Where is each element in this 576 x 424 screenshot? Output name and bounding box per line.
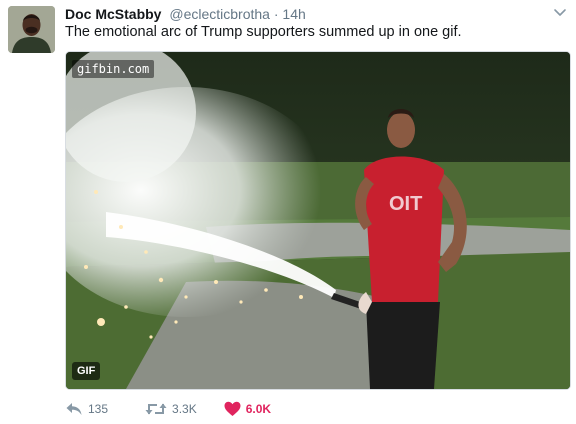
like-count: 6.0K: [245, 402, 272, 416]
retweet-button[interactable]: 3.3K: [145, 398, 197, 420]
avatar[interactable]: [8, 6, 55, 53]
reply-icon: [66, 403, 82, 415]
gif-badge: GIF: [72, 362, 101, 380]
timestamp[interactable]: 14h: [282, 6, 305, 22]
like-button[interactable]: 6.0K: [224, 398, 271, 420]
gif-frame: OIT: [66, 52, 570, 389]
tweet-header: Doc McStabby @eclecticbrotha · 14h: [65, 5, 556, 23]
tweet-text: The emotional arc of Trump supporters su…: [65, 24, 462, 40]
heart-icon: [224, 401, 241, 416]
reply-button[interactable]: 135: [65, 398, 108, 420]
tweet-actions: 135 3.3K 6.0K: [65, 398, 271, 420]
gif-media[interactable]: OIT gifbin.com GIF: [65, 51, 571, 390]
shirt-print: OIT: [389, 193, 422, 215]
reply-count: 135: [88, 402, 109, 416]
author-name[interactable]: Doc McStabby: [65, 6, 161, 22]
retweet-icon: [145, 403, 167, 415]
chevron-down-icon[interactable]: [552, 4, 568, 20]
separator: ·: [273, 6, 279, 22]
author-handle[interactable]: @eclecticbrotha: [169, 6, 270, 22]
gifbin-watermark: gifbin.com: [72, 60, 155, 78]
retweet-count: 3.3K: [172, 402, 197, 416]
